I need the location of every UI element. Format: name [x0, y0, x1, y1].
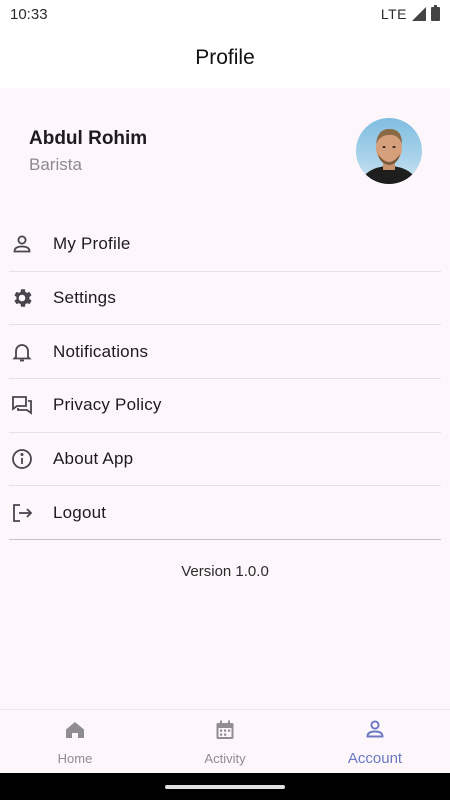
menu-item-label: Settings [53, 288, 117, 308]
nav-item-activity[interactable]: Activity [150, 710, 300, 773]
nav-label: Activity [204, 750, 246, 766]
menu-item-label: About App [53, 449, 134, 469]
menu-item-notifications[interactable]: Notifications [9, 325, 441, 380]
menu-item-label: Privacy Policy [53, 395, 162, 415]
gear-icon [9, 285, 35, 311]
calendar-icon [213, 718, 237, 747]
nav-item-home[interactable]: Home [0, 710, 150, 773]
signal-icon [412, 7, 426, 21]
home-icon [63, 718, 87, 747]
status-indicators: LTE [380, 5, 440, 22]
logout-icon [9, 500, 35, 526]
menu-item-my-profile[interactable]: My Profile [9, 218, 441, 272]
nav-label: Home [57, 750, 93, 766]
bottom-navigation: Home Activity Account [0, 709, 450, 773]
nav-label: Account [347, 749, 403, 767]
menu-item-label: My Profile [53, 234, 131, 254]
forum-icon [9, 392, 35, 418]
battery-icon [431, 5, 440, 21]
menu-item-label: Logout [53, 502, 107, 522]
app-bar: Profile [0, 28, 450, 88]
system-gesture-bar [0, 773, 450, 800]
person-icon [363, 717, 387, 746]
status-time: 10:33 [10, 5, 48, 23]
page-title: Profile [195, 46, 255, 69]
person-icon [9, 231, 35, 257]
bell-icon [9, 339, 35, 365]
menu-item-privacy-policy[interactable]: Privacy Policy [9, 379, 441, 433]
profile-header: Abdul Rohim Barista [0, 88, 450, 216]
nav-item-account[interactable]: Account [300, 710, 450, 773]
user-role: Barista [29, 155, 82, 174]
gesture-handle[interactable] [165, 785, 285, 789]
menu-item-about-app[interactable]: About App [9, 433, 441, 487]
avatar-photo [359, 128, 419, 184]
status-bar: 10:33 LTE [0, 0, 450, 28]
menu-item-label: Notifications [53, 341, 149, 361]
menu-item-logout[interactable]: Logout [9, 486, 441, 541]
avatar[interactable] [356, 118, 422, 184]
profile-menu: My Profile Settings Notifications Privac… [9, 218, 441, 541]
network-label: LTE [380, 6, 407, 22]
menu-item-settings[interactable]: Settings [9, 272, 441, 326]
info-icon [9, 446, 35, 472]
version-label: Version 1.0.0 [181, 563, 269, 580]
user-name: Abdul Rohim [29, 128, 148, 149]
